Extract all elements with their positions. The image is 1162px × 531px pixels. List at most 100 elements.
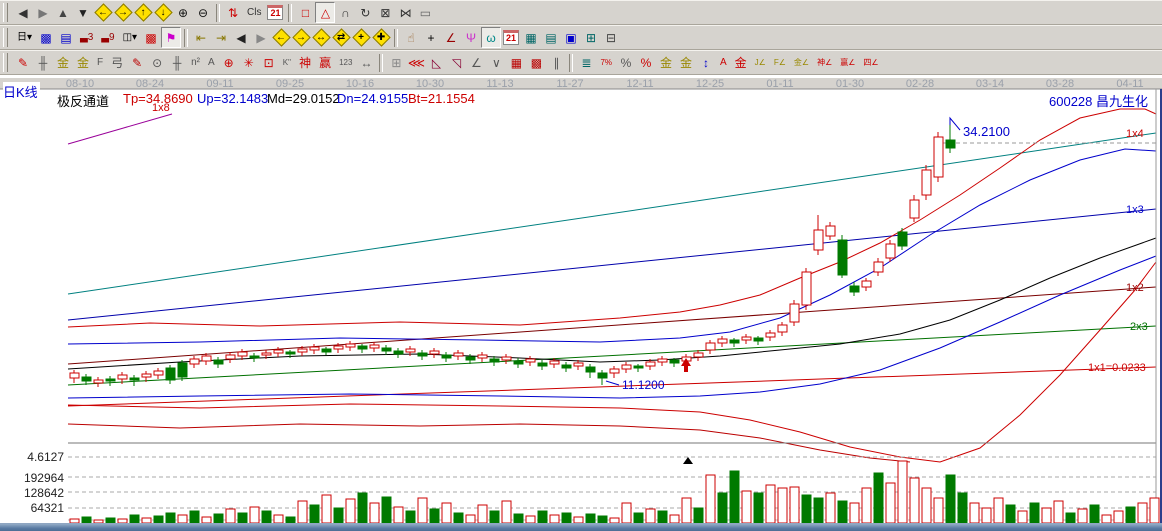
overlay-chart-button[interactable]: ▩ xyxy=(36,27,56,48)
target-circle-button[interactable]: ⊕ xyxy=(219,52,239,73)
swap-horizontal-button[interactable]: ⇄ xyxy=(331,27,351,48)
width-tool-button[interactable]: ↔ xyxy=(356,52,376,73)
cycle-circle-button[interactable]: ⊙ xyxy=(147,52,167,73)
nav-up-button[interactable]: ▲ xyxy=(53,2,73,23)
print-button[interactable]: ⊟ xyxy=(601,27,621,48)
save-button[interactable]: ▣ xyxy=(561,27,581,48)
percent-button[interactable]: % xyxy=(616,52,636,73)
bars-9-button[interactable]: ▃9 xyxy=(97,27,118,48)
analysis-brain-button[interactable]: ω xyxy=(481,27,501,48)
candle-body xyxy=(226,355,235,359)
shrink-view-button[interactable]: ⋈ xyxy=(395,2,415,23)
speed-lines-button[interactable]: ∠ xyxy=(466,52,486,73)
angle-tool-button[interactable]: ∠ xyxy=(441,27,461,48)
gold-grid-2-button[interactable]: 金 xyxy=(73,52,93,73)
shen-angle-button[interactable]: 神∠ xyxy=(813,52,836,73)
gold-circle-button[interactable]: 金 xyxy=(656,52,676,73)
chart-canvas[interactable]: 1x81x41x31x22x31x1=0.023334.210011.12004… xyxy=(0,78,1162,531)
plain-grid-button[interactable]: ╫ xyxy=(167,52,187,73)
nav-left-button[interactable]: ◀ xyxy=(13,2,33,23)
bars-3-button[interactable]: ▃3 xyxy=(76,27,97,48)
volume-bar xyxy=(658,511,667,523)
presentation-button[interactable]: ▭ xyxy=(415,2,435,23)
volume-bar xyxy=(826,493,835,523)
jump-start-button[interactable]: ⇤ xyxy=(191,27,211,48)
candle-type-button[interactable]: ◫▾ xyxy=(119,27,141,48)
candle-body xyxy=(190,359,199,364)
expand-all-button[interactable]: + xyxy=(351,27,371,48)
pan-up-button[interactable]: ↑ xyxy=(133,2,153,23)
gann-grid-button[interactable]: ╫ xyxy=(33,52,53,73)
draw-triangle-button[interactable]: △ xyxy=(315,2,335,23)
pan-right-2-button[interactable]: → xyxy=(291,27,311,48)
horizontal-scrollbar[interactable] xyxy=(0,523,1162,531)
draw-rect-button[interactable]: □ xyxy=(295,2,315,23)
shade-fan-1-button[interactable]: ◺ xyxy=(426,52,446,73)
ruler-123-button[interactable]: 123 xyxy=(335,52,356,73)
pan-right-button[interactable]: → xyxy=(113,2,133,23)
jump-end-button[interactable]: ⇥ xyxy=(211,27,231,48)
andrews-a-button[interactable]: A xyxy=(204,52,219,73)
shade-fan-2-button[interactable]: ◹ xyxy=(446,52,466,73)
f-angle-button[interactable]: F∠ xyxy=(770,52,790,73)
si-angle-button[interactable]: 四∠ xyxy=(859,52,882,73)
gold-lines-button[interactable]: 金 xyxy=(676,52,696,73)
pattern-tool-button[interactable]: Ψ xyxy=(461,27,481,48)
gold-angle-button[interactable]: 金∠ xyxy=(790,52,813,73)
wave-a-button[interactable]: A xyxy=(716,52,731,73)
star-burst-button[interactable]: ✳ xyxy=(239,52,259,73)
nav-right-button[interactable]: ▶ xyxy=(33,2,53,23)
ying-tool-button[interactable]: 赢 xyxy=(315,52,335,73)
zoom-out-button[interactable]: ⊖ xyxy=(193,2,213,23)
marker-pen-button[interactable]: ✎ xyxy=(127,52,147,73)
seal-tool-button[interactable]: ▩ xyxy=(141,27,161,48)
parallel-lines-button[interactable]: ∥ xyxy=(546,52,566,73)
hand-tool-button[interactable]: ☝ xyxy=(401,27,421,48)
cls-button[interactable]: Cls xyxy=(243,2,265,23)
ying-angle-button[interactable]: 赢∠ xyxy=(836,52,859,73)
draw-arc-button[interactable]: ∩ xyxy=(335,2,355,23)
target-square-button[interactable]: ⊡ xyxy=(259,52,279,73)
calendar-button[interactable]: 21 xyxy=(265,2,285,23)
gold-underline-button[interactable]: 金 xyxy=(731,52,751,73)
ray-fan-button[interactable]: ⋘ xyxy=(406,52,426,73)
flag-marker-button[interactable]: ⚑ xyxy=(161,27,181,48)
shen-tool-button[interactable]: 神 xyxy=(295,52,315,73)
prev-bar-button[interactable]: ◀ xyxy=(231,27,251,48)
zoom-in-button[interactable]: ⊕ xyxy=(173,2,193,23)
export-screens-button[interactable]: ⊞ xyxy=(581,27,601,48)
next-bar-button[interactable]: ▶ xyxy=(251,27,271,48)
draw-rotate-button[interactable]: ↻ xyxy=(355,2,375,23)
nav-down-button[interactable]: ▼ xyxy=(73,2,93,23)
ladder-tool-button[interactable]: ≣ xyxy=(576,52,596,73)
updown-pen-button[interactable]: ↕ xyxy=(696,52,716,73)
grid-fill-2-button[interactable]: ▩ xyxy=(526,52,546,73)
n-square-button[interactable]: n² xyxy=(187,52,204,73)
gold-grid-1-button[interactable]: 金 xyxy=(53,52,73,73)
crosshair-button[interactable]: + xyxy=(421,27,441,48)
grid-fill-1-button[interactable]: ▦ xyxy=(506,52,526,73)
percent-line-button[interactable]: % xyxy=(636,52,656,73)
box-tool-button[interactable]: ⊞ xyxy=(386,52,406,73)
pan-left-button[interactable]: ← xyxy=(93,2,113,23)
period-day-button[interactable]: 日▾ xyxy=(13,27,36,48)
f10-info-button[interactable]: ▤ xyxy=(56,27,76,48)
volume-bar xyxy=(1150,498,1159,523)
zoom-horizontal-button[interactable]: ↔ xyxy=(311,27,331,48)
k-marker-button[interactable]: K'' xyxy=(279,52,295,73)
percent-7-button[interactable]: 7% xyxy=(596,52,616,73)
fit-all-button[interactable]: ✚ xyxy=(371,27,391,48)
flip-box-button[interactable]: ⊠ xyxy=(375,2,395,23)
toolbar-gripper xyxy=(3,28,8,47)
j-angle-button[interactable]: J∠ xyxy=(751,52,770,73)
spiral-tool-button[interactable]: 弓 xyxy=(107,52,127,73)
fibo-f-button[interactable]: F xyxy=(93,52,107,73)
calculator-button[interactable]: ▦ xyxy=(521,27,541,48)
pan-left-2-button[interactable]: ← xyxy=(271,27,291,48)
notes-button[interactable]: ▤ xyxy=(541,27,561,48)
zigzag-tool-button[interactable]: ∨ xyxy=(486,52,506,73)
pan-down-button[interactable]: ↓ xyxy=(153,2,173,23)
calendar-2-button[interactable]: 21 xyxy=(501,27,521,48)
cls-arrows-button[interactable]: ⇅ xyxy=(223,2,243,23)
brush-tool-button[interactable]: ✎ xyxy=(13,52,33,73)
